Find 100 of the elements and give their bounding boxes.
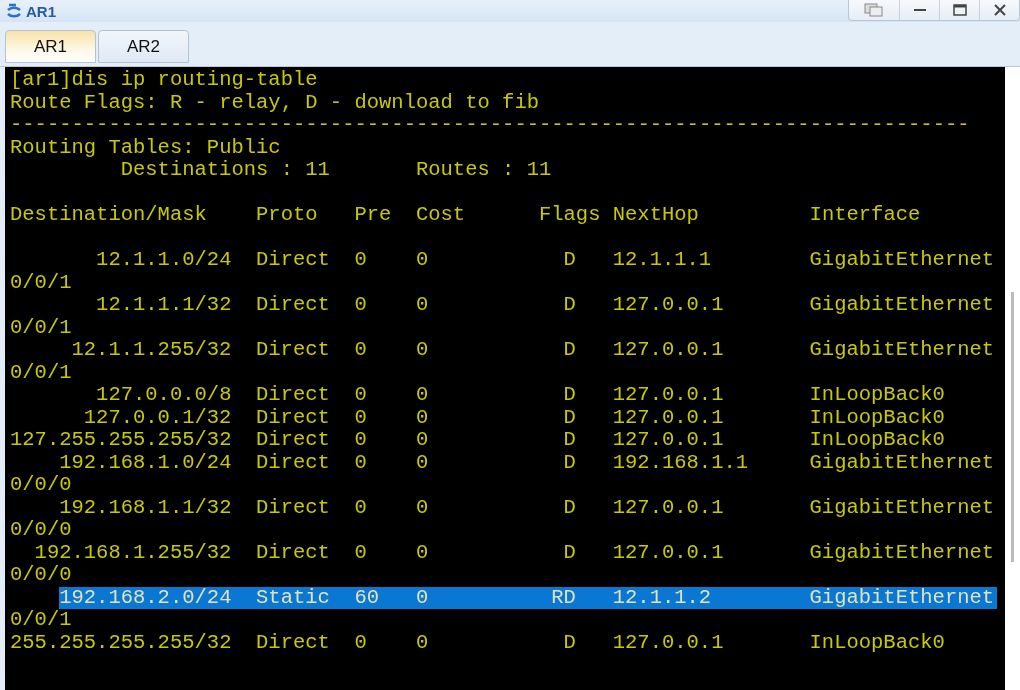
route-row[interactable]: 127.255.255.255/32 Direct 0 0 D 127.0.0.1 InLoopBack0 xyxy=(10,429,997,452)
interface-text: InLoopBack0 xyxy=(809,429,945,452)
tab[interactable]: AR1 xyxy=(5,30,96,63)
nexthop-text: 12.1.1.1 xyxy=(612,248,712,271)
nexthop-text: 12.1.1.2 xyxy=(612,585,712,609)
flags-text: D xyxy=(563,495,576,519)
route-row[interactable]: 12.1.1.0/24 Direct 0 0 D 12.1.1.1 GigabitEthernet xyxy=(96,249,997,272)
separator-text: ------------------------------------------------------------------------------ xyxy=(10,114,970,137)
tab[interactable]: AR2 xyxy=(98,30,189,63)
maximize-icon xyxy=(952,4,967,16)
destination-text: 127.0.0.1/32 xyxy=(83,405,232,429)
route-row[interactable]: 12.1.1.1/32 Direct 0 0 D 127.0.0.1 GigabitEthernet xyxy=(96,294,997,317)
preference-text: 0 xyxy=(354,405,367,429)
preference-text: 0 xyxy=(354,630,367,654)
flags-text: D xyxy=(563,405,576,429)
overlapping-windows-icon xyxy=(864,3,884,17)
flags-text: RD xyxy=(551,585,576,609)
protocol-text: Direct xyxy=(256,405,330,429)
preference-text: 0 xyxy=(354,495,367,519)
cost-text: 0 xyxy=(415,338,429,361)
interface-text: GigabitEthernet xyxy=(809,294,995,317)
preference-text: 60 xyxy=(354,585,380,609)
destination-text: 192.168.1.0/24 xyxy=(59,450,232,474)
destination-text: 12.1.1.0/24 xyxy=(96,248,232,271)
table-title-text: Routing Tables: Public xyxy=(10,136,281,159)
protocol-text: Direct xyxy=(256,540,330,564)
flags-text: D xyxy=(563,383,576,406)
destination-text: 255.255.255.255/32 xyxy=(10,630,232,654)
preference-text: 0 xyxy=(354,293,367,316)
cost-text: 0 xyxy=(415,405,429,429)
cost-text: 0 xyxy=(415,450,429,474)
window-title: AR1 xyxy=(26,2,56,20)
destination-text: 192.168.1.255/32 xyxy=(34,540,232,564)
destination-text: 192.168.2.0/24 xyxy=(59,585,232,609)
interface-text: GigabitEthernet xyxy=(809,586,995,609)
preference-text: 0 xyxy=(354,540,367,564)
scrollbar[interactable] xyxy=(1005,67,1020,690)
column-header: Cost xyxy=(415,203,466,226)
interface-text: InLoopBack0 xyxy=(809,631,945,654)
route-row[interactable]: 192.168.1.0/24 Direct 0 0 D 192.168.1.1 GigabitEthernet xyxy=(59,451,997,474)
interface-text: 0/0/1 xyxy=(10,316,72,339)
column-header: Pre xyxy=(354,203,392,226)
nexthop-text: 127.0.0.1 xyxy=(612,405,724,429)
cost-text: 0 xyxy=(415,293,429,316)
route-row[interactable]: 192.168.1.255/32 Direct 0 0 D 127.0.0.1 GigabitEthernet xyxy=(34,541,997,564)
interface-text: GigabitEthernet xyxy=(809,496,995,519)
route-row[interactable]: 127.0.0.1/32 Direct 0 0 D 127.0.0.1 InLoopBack0 xyxy=(83,406,997,429)
interface-text: 0/0/1 xyxy=(10,361,72,384)
destination-text: 127.0.0.0/8 xyxy=(96,383,232,406)
nexthop-text: 192.168.1.1 xyxy=(612,450,749,474)
flags-text: D xyxy=(563,630,576,654)
route-row[interactable]: 192.168.1.1/32 Direct 0 0 D 127.0.0.1 GigabitEthernet xyxy=(59,496,997,519)
interface-text: InLoopBack0 xyxy=(809,406,945,429)
destination-text: 192.168.1.1/32 xyxy=(59,495,232,519)
column-header: NextHop xyxy=(612,203,699,226)
destination-text: 12.1.1.255/32 xyxy=(71,338,232,361)
column-header: Proto xyxy=(256,203,318,226)
interface-text: GigabitEthernet xyxy=(809,339,995,362)
interface-text: GigabitEthernet xyxy=(809,541,995,564)
cost-text: 0 xyxy=(415,428,429,451)
preference-text: 0 xyxy=(354,338,367,361)
preference-text: 0 xyxy=(354,248,367,271)
interface-text: 0/0/1 xyxy=(10,271,72,294)
cost-text: 0 xyxy=(415,383,429,406)
flags-text: D xyxy=(563,338,576,361)
protocol-text: Direct xyxy=(256,495,330,519)
interface-text: 0/0/0 xyxy=(10,474,72,497)
cost-text: 0 xyxy=(415,540,429,564)
column-header: Interface xyxy=(809,203,921,226)
flags-legend-text: Route Flags: R - relay, D - download to fib xyxy=(10,91,539,114)
cost-text: 0 xyxy=(415,585,429,609)
nexthop-text: 127.0.0.1 xyxy=(612,428,724,451)
nexthop-text: 127.0.0.1 xyxy=(612,338,724,361)
protocol-text: Direct xyxy=(256,630,330,654)
route-row[interactable]: 12.1.1.255/32 Direct 0 0 D 127.0.0.1 GigabitEthernet xyxy=(71,339,997,362)
protocol-text: Direct xyxy=(256,338,330,361)
interface-text: GigabitEthernet xyxy=(809,249,995,272)
protocol-text: Direct xyxy=(256,450,330,474)
interface-text: 0/0/0 xyxy=(10,564,72,587)
column-header: Destination/Mask xyxy=(10,203,207,226)
command-text: [ar1]dis ip routing-table xyxy=(10,69,318,92)
nexthop-text: 127.0.0.1 xyxy=(612,495,724,519)
close-icon xyxy=(993,4,1006,16)
destination-text: 127.255.255.255/32 xyxy=(10,428,232,451)
route-row[interactable]: 127.0.0.0/8 Direct 0 0 D 127.0.0.1 InLoopBack0 xyxy=(96,384,997,407)
column-header: Flags xyxy=(538,203,601,226)
nexthop-text: 127.0.0.1 xyxy=(612,383,724,406)
nexthop-text: 127.0.0.1 xyxy=(612,293,724,316)
protocol-text: Direct xyxy=(256,383,330,406)
protocol-text: Direct xyxy=(256,293,330,316)
interface-text: GigabitEthernet xyxy=(809,451,995,474)
interface-text: 0/0/1 xyxy=(10,609,72,632)
nexthop-text: 127.0.0.1 xyxy=(612,630,724,654)
protocol-text: Static xyxy=(256,585,330,609)
interface-text: InLoopBack0 xyxy=(809,384,945,407)
protocol-text: Direct xyxy=(256,248,330,271)
route-row[interactable]: 255.255.255.255/32 Direct 0 0 D 127.0.0.1 InLoopBack0 xyxy=(10,631,997,654)
preference-text: 0 xyxy=(354,428,367,451)
cost-text: 0 xyxy=(415,248,429,271)
flags-text: D xyxy=(563,428,576,451)
